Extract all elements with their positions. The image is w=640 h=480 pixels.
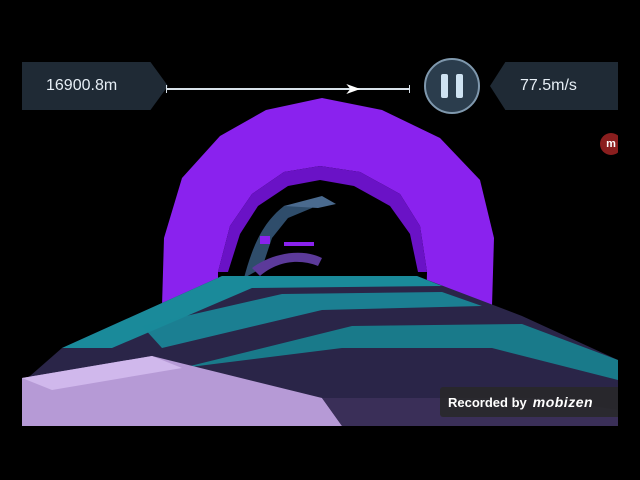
speed-value: 77.5m/s xyxy=(520,77,577,94)
recording-watermark: Recorded by mobizen xyxy=(440,387,618,417)
distance-display: 16900.8m xyxy=(22,62,168,110)
pause-icon xyxy=(441,74,448,98)
mobizen-side-icon[interactable]: m xyxy=(600,133,618,155)
recorder-brand: mobizen xyxy=(532,394,594,410)
progress-track xyxy=(166,84,410,94)
speed-display: 77.5m/s xyxy=(490,62,618,110)
pause-button[interactable] xyxy=(424,58,480,114)
distance-value: 16900.8m xyxy=(46,77,118,94)
game-viewport: 16900.8m 77.5m/s m Recorded by mobizen xyxy=(22,48,618,426)
recorded-by-label: Recorded by xyxy=(448,394,527,410)
